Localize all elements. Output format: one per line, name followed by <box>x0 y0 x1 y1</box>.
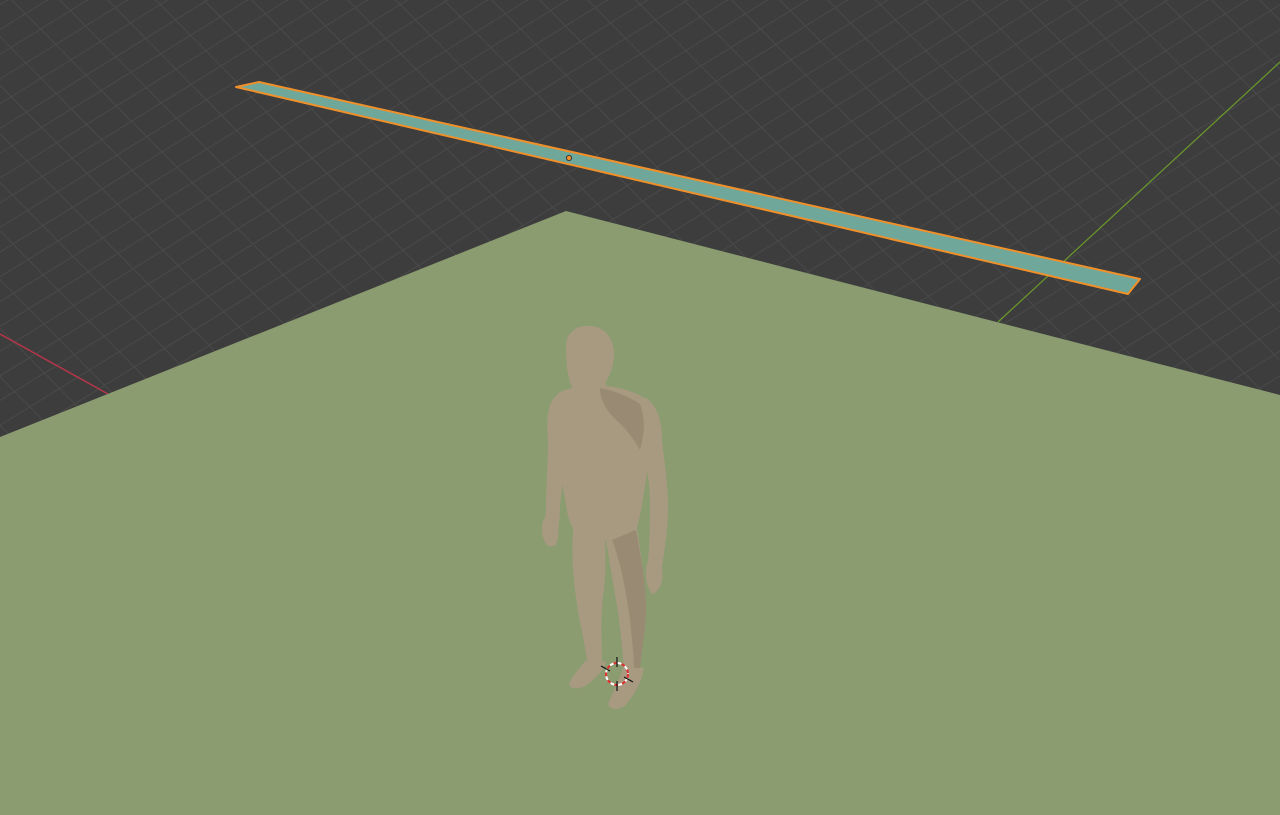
3d-viewport[interactable] <box>0 0 1280 815</box>
object-origin-dot <box>565 154 573 162</box>
viewport-canvas[interactable] <box>0 0 1280 815</box>
